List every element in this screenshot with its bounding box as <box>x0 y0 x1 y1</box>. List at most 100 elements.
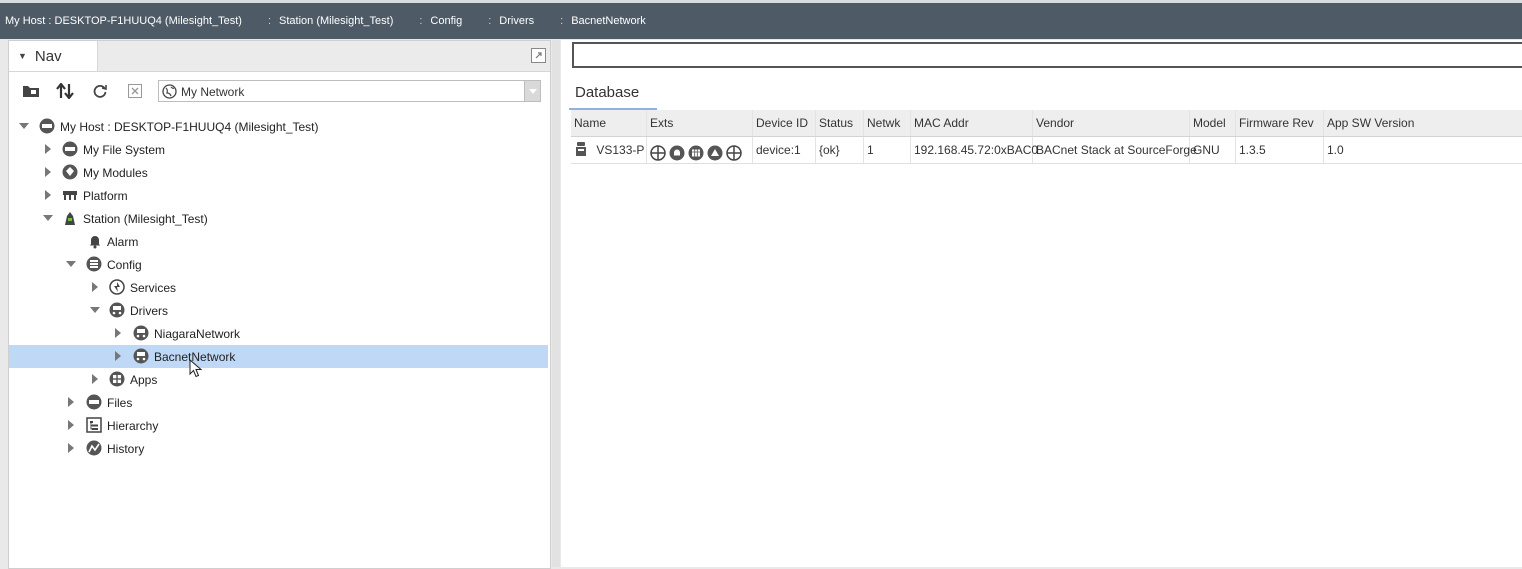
open-folder-button[interactable] <box>21 81 41 101</box>
close-button[interactable] <box>125 81 145 101</box>
services-icon <box>109 279 125 295</box>
cell-name: VS133-P <box>571 137 647 163</box>
cell-netwk: 1 <box>864 137 911 163</box>
cell-firmware-rev: 1.3.5 <box>1236 137 1324 163</box>
tree-item-hierarchy[interactable]: Hierarchy <box>9 414 548 437</box>
table-header: Name Exts Device ID Status Netwk MAC Add… <box>571 110 1522 137</box>
collapsed-arrow-icon[interactable] <box>66 397 76 407</box>
collapsed-arrow-icon[interactable] <box>66 420 76 430</box>
column-header-mac-addr[interactable]: MAC Addr <box>911 110 1033 136</box>
tree-item-niagara-network[interactable]: NiagaraNetwork <box>9 322 548 345</box>
schedule-ext-icon[interactable] <box>688 145 704 161</box>
main-pane: Database Name Exts Device ID Status Netw… <box>561 40 1522 567</box>
expand-icon[interactable] <box>531 48 546 63</box>
platform-icon <box>63 191 77 200</box>
points-ext-icon[interactable] <box>650 144 666 161</box>
device-icon <box>576 142 586 156</box>
column-header-device-id[interactable]: Device ID <box>753 110 816 136</box>
tree-item-label: My Modules <box>83 166 148 180</box>
column-header-name[interactable]: Name <box>571 110 647 136</box>
nav-tab[interactable]: ▼ Nav <box>9 41 98 71</box>
trend-ext-icon[interactable] <box>726 144 742 161</box>
network-icon <box>133 325 149 341</box>
tree-item-file-system[interactable]: My File System <box>9 138 548 161</box>
drivers-icon <box>109 302 125 318</box>
tree-item-label: NiagaraNetwork <box>154 327 241 341</box>
pane-splitter[interactable] <box>552 40 560 567</box>
tree-item-label: Config <box>107 258 142 272</box>
column-header-status[interactable]: Status <box>816 110 864 136</box>
collapsed-arrow-icon[interactable] <box>43 190 53 200</box>
expanded-arrow-icon[interactable] <box>66 259 76 269</box>
tree-item-files[interactable]: Files <box>9 391 548 414</box>
tree-item-history[interactable]: History <box>9 437 548 460</box>
breadcrumb-bacnet-network[interactable]: BacnetNetwork <box>571 15 646 27</box>
files-icon <box>86 394 102 410</box>
tree-item-drivers[interactable]: Drivers <box>9 299 548 322</box>
collapsed-arrow-icon[interactable] <box>43 144 53 154</box>
cell-exts <box>647 137 753 163</box>
collapsed-arrow-icon[interactable] <box>113 328 123 338</box>
expanded-arrow-icon[interactable] <box>43 213 53 223</box>
tree-item-label: My Host : DESKTOP-F1HUUQ4 (Milesight_Tes… <box>60 120 319 134</box>
expanded-arrow-icon[interactable] <box>90 305 100 315</box>
network-select[interactable]: My Network <box>158 80 541 102</box>
column-header-netwk[interactable]: Netwk <box>864 110 911 136</box>
collapsed-arrow-icon[interactable] <box>43 167 53 177</box>
tree-item-bacnet-network[interactable]: BacnetNetwork <box>9 345 548 378</box>
tree-item-label: Station (Milesight_Test) <box>83 212 208 226</box>
tree-item-label: History <box>107 442 145 456</box>
history-ext-icon[interactable] <box>707 145 723 161</box>
sort-arrows-icon <box>56 83 74 99</box>
breadcrumb-station[interactable]: Station (Milesight_Test) <box>279 15 393 27</box>
tree-item-modules[interactable]: My Modules <box>9 161 548 184</box>
tree-item-config[interactable]: Config <box>9 253 548 276</box>
caret-down-icon[interactable]: ▼ <box>18 51 27 61</box>
history-icon <box>86 440 102 456</box>
cell-device-id: device:1 <box>753 137 816 163</box>
expanded-arrow-icon[interactable] <box>19 121 29 131</box>
column-header-firmware-rev[interactable]: Firmware Rev <box>1236 110 1324 136</box>
tree-item-services[interactable]: Services <box>9 276 548 299</box>
collapsed-arrow-icon[interactable] <box>113 351 123 361</box>
nav-toolbar: My Network <box>9 77 550 105</box>
nav-tab-label: Nav <box>34 47 62 65</box>
collapsed-arrow-icon[interactable] <box>90 374 100 384</box>
sort-button[interactable] <box>55 81 75 101</box>
dropdown-arrow-icon[interactable] <box>524 81 540 101</box>
address-input[interactable] <box>572 42 1522 68</box>
tree-item-label: My File System <box>83 143 166 157</box>
tree-item-station[interactable]: Station (Milesight_Test) <box>9 207 548 230</box>
bell-icon <box>90 236 100 249</box>
column-header-exts[interactable]: Exts <box>647 110 753 136</box>
hierarchy-icon <box>86 417 102 433</box>
column-header-model[interactable]: Model <box>1190 110 1236 136</box>
cell-app-sw-version: 1.0 <box>1327 143 1344 157</box>
breadcrumb-separator: : <box>267 15 272 27</box>
alarm-ext-icon[interactable] <box>669 145 685 161</box>
tree-item-apps[interactable]: Apps <box>9 368 548 391</box>
network-icon <box>133 348 149 364</box>
globe-icon <box>162 84 177 99</box>
database-table: Name Exts Device ID Status Netwk MAC Add… <box>571 110 1522 164</box>
tree-item-alarm[interactable]: Alarm <box>9 230 548 253</box>
breadcrumb-config[interactable]: Config <box>430 15 462 27</box>
refresh-button[interactable] <box>90 81 110 101</box>
tree-item-label: Apps <box>130 373 158 387</box>
breadcrumb-drivers[interactable]: Drivers <box>499 15 534 27</box>
tab-database[interactable]: Database <box>569 77 657 110</box>
collapsed-arrow-icon[interactable] <box>66 443 76 453</box>
breadcrumb-host[interactable]: My Host : DESKTOP-F1HUUQ4 (Milesight_Tes… <box>0 15 242 27</box>
file-system-icon <box>62 141 78 157</box>
table-row[interactable]: VS133-P device:1 {ok} 1 192.168.45.72:0x… <box>571 137 1522 164</box>
tree-item-label: Platform <box>83 189 128 203</box>
breadcrumb-separator: : <box>560 15 564 27</box>
column-header-vendor[interactable]: Vendor <box>1033 110 1190 136</box>
collapsed-arrow-icon[interactable] <box>90 282 100 292</box>
tree-item-host[interactable]: My Host : DESKTOP-F1HUUQ4 (Milesight_Tes… <box>9 115 548 138</box>
column-header-app-sw-version[interactable]: App SW Version <box>1324 110 1522 136</box>
nav-tab-bar: ▼ Nav <box>9 41 550 72</box>
host-icon <box>39 118 55 134</box>
tree-item-platform[interactable]: Platform <box>9 184 548 207</box>
cell-vendor: BACnet Stack at SourceForge <box>1033 137 1197 163</box>
